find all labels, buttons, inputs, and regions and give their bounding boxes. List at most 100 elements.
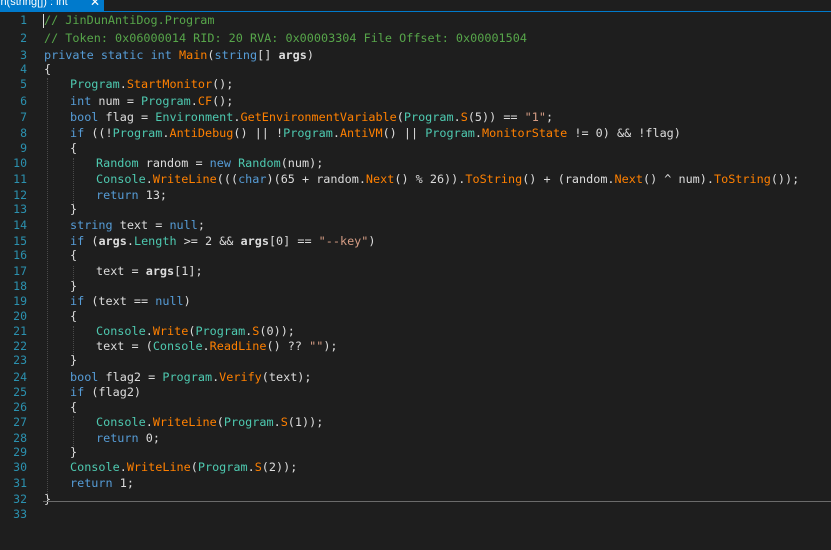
parameter: args bbox=[145, 264, 175, 278]
keyword: if bbox=[70, 126, 85, 140]
punct: . bbox=[453, 110, 461, 124]
code-line-11: Console.WriteLine(((char)(65 + random.Ne… bbox=[96, 171, 799, 187]
code-text: [1]; bbox=[174, 264, 203, 278]
code-line-6: int num = Program.CF(); bbox=[70, 93, 233, 109]
punct: . bbox=[145, 324, 153, 338]
line-number-gutter: 1 2 3 4 5 6 7 8 9 10 11 12 13 14 15 16 1… bbox=[0, 12, 30, 550]
tab-title: in(string[]) : int bbox=[0, 0, 68, 8]
indent-guide bbox=[73, 158, 74, 204]
punct: ; bbox=[545, 110, 554, 124]
punct: ); bbox=[323, 339, 338, 353]
code-text: text = ( bbox=[96, 339, 153, 353]
code-line-27: Console.WriteLine(Program.S(1)); bbox=[96, 414, 323, 430]
parameter: args bbox=[278, 48, 307, 62]
type-name: Program bbox=[223, 415, 274, 429]
punct: . bbox=[190, 94, 198, 108]
code-text: () || bbox=[382, 126, 426, 140]
punct: . bbox=[119, 460, 127, 474]
type-name: Program bbox=[70, 77, 120, 91]
line-number: 18 bbox=[13, 279, 27, 293]
code-text: (flag2) bbox=[84, 385, 142, 399]
code-line-24: bool flag2 = Program.Verify(text); bbox=[70, 369, 312, 385]
code-text: (text); bbox=[261, 370, 312, 384]
code-line-10: Random random = new Random(num); bbox=[96, 155, 323, 171]
code-line-31: return 1; bbox=[70, 475, 134, 491]
line-number: 32 bbox=[13, 492, 27, 506]
keyword: null bbox=[155, 294, 184, 308]
line-number: 29 bbox=[13, 445, 27, 459]
indent-guide bbox=[73, 416, 74, 446]
keyword: bool bbox=[70, 370, 99, 384]
code-line-22: text = (Console.ReadLine() ?? ""); bbox=[96, 338, 338, 354]
method-name: Next bbox=[614, 172, 643, 186]
code-text: random = bbox=[138, 156, 210, 170]
line-number: 11 bbox=[13, 172, 27, 186]
brace: } bbox=[70, 202, 78, 216]
code-line-13: } bbox=[70, 201, 77, 217]
type-name: Program bbox=[162, 370, 213, 384]
keyword: return bbox=[96, 431, 139, 445]
code-line-29: } bbox=[70, 444, 77, 460]
method-name: S bbox=[460, 110, 468, 124]
punct: . bbox=[145, 415, 153, 429]
keyword: return bbox=[96, 188, 139, 202]
close-icon[interactable]: ✕ bbox=[90, 0, 100, 8]
indent-guide bbox=[47, 78, 48, 494]
type-name: Console bbox=[96, 172, 146, 186]
keyword: if bbox=[70, 294, 85, 308]
document-tab[interactable]: in(string[]) : int ✕ bbox=[0, 0, 104, 11]
line-number: 1 bbox=[20, 13, 27, 27]
code-text: flag2 = bbox=[98, 370, 163, 384]
method-name: WriteLine bbox=[152, 172, 217, 186]
line-number: 31 bbox=[13, 476, 27, 490]
punct: ( bbox=[207, 48, 215, 62]
brace: } bbox=[70, 445, 78, 459]
method-name: S bbox=[280, 415, 288, 429]
line-number: 7 bbox=[20, 110, 27, 124]
method-name: Verify bbox=[219, 370, 262, 384]
code-line-20: { bbox=[70, 308, 77, 324]
parameter: args bbox=[98, 234, 127, 248]
code-text: (num); bbox=[280, 156, 324, 170]
punct: ; bbox=[197, 218, 205, 232]
line-number: 24 bbox=[13, 370, 27, 384]
code-line-5: Program.StartMonitor(); bbox=[70, 76, 233, 92]
brace: } bbox=[70, 353, 78, 367]
method-name: Main bbox=[178, 48, 208, 62]
punct: . bbox=[474, 126, 483, 140]
line-number: 20 bbox=[13, 309, 27, 323]
code-line-4: { bbox=[44, 61, 51, 77]
type-name: Program bbox=[112, 126, 163, 140]
line-number: 10 bbox=[13, 156, 27, 170]
code-line-19: if (text == null) bbox=[70, 293, 191, 309]
line-number: 13 bbox=[13, 202, 27, 216]
code-text: 13; bbox=[138, 188, 168, 202]
method-name: Next bbox=[365, 172, 395, 186]
code-editor[interactable]: 1 2 3 4 5 6 7 8 9 10 11 12 13 14 15 16 1… bbox=[0, 12, 831, 550]
punct: ( bbox=[396, 110, 404, 124]
code-line-8: if ((!Program.AntiDebug() || !Program.An… bbox=[70, 125, 681, 141]
code-text: >= 2 && bbox=[176, 234, 241, 248]
line-number: 23 bbox=[13, 353, 27, 367]
property-name: Length bbox=[133, 234, 177, 248]
code-text: (text == bbox=[84, 294, 156, 308]
string-literal: "1" bbox=[524, 110, 546, 124]
code-text: flag = bbox=[98, 110, 156, 124]
keyword: if bbox=[70, 234, 85, 248]
brace: { bbox=[70, 248, 78, 262]
code-line-25: if (flag2) bbox=[70, 384, 141, 400]
type-name: Program bbox=[283, 126, 333, 140]
punct: . bbox=[126, 234, 134, 248]
method-name: AntiVM bbox=[339, 126, 383, 140]
punct: (2)); bbox=[261, 460, 298, 474]
code-text: (5)) == bbox=[467, 110, 525, 124]
code-line-18: } bbox=[70, 278, 77, 294]
punct: ) bbox=[306, 48, 314, 62]
line-number: 25 bbox=[13, 385, 27, 399]
punct: . bbox=[119, 77, 127, 91]
punct: . bbox=[332, 126, 340, 140]
code-line-7: bool flag = Environment.GetEnvironmentVa… bbox=[70, 109, 553, 125]
line-number: 27 bbox=[13, 415, 27, 429]
comment: // Token: 0x06000014 RID: 20 RVA: 0x0000… bbox=[44, 31, 527, 45]
